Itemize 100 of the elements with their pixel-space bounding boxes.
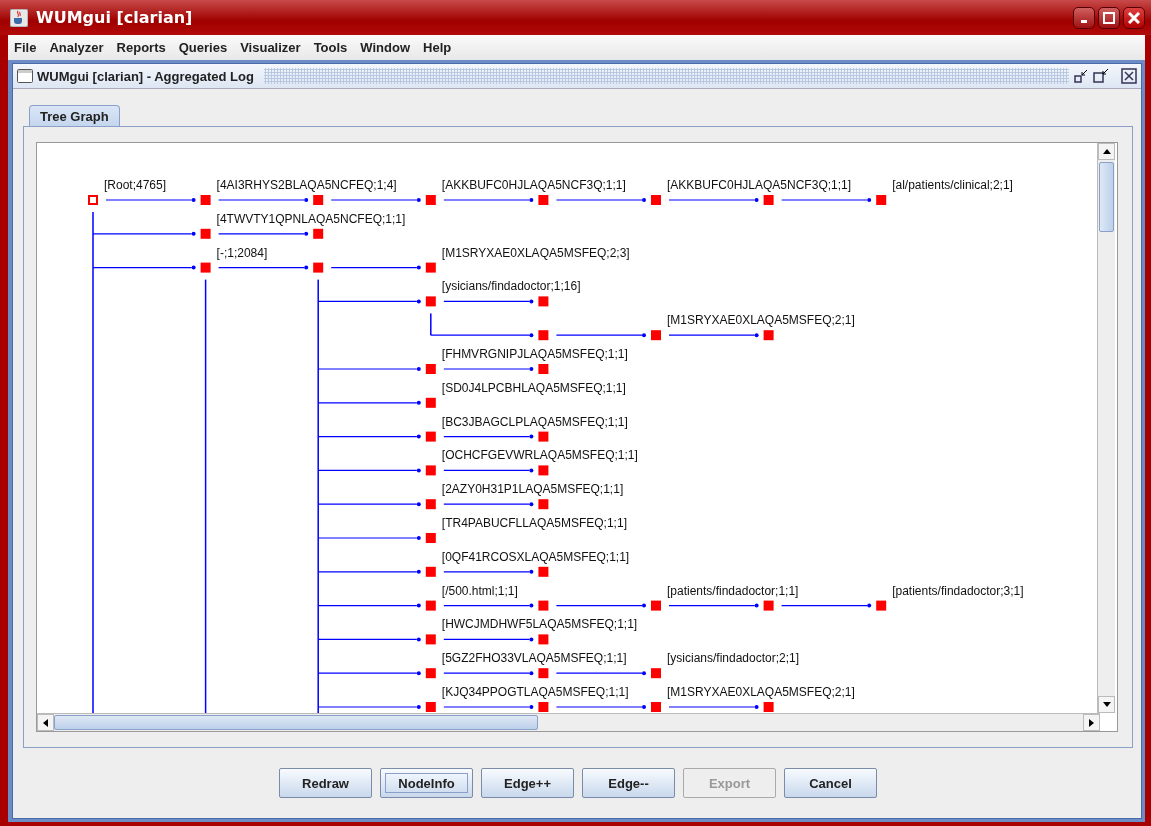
horizontal-scrollbar[interactable] [37,713,1100,731]
graph-node[interactable] [651,600,661,611]
dialog-button[interactable]: Cancel [784,768,877,798]
graph-node[interactable] [876,195,887,205]
node-label: [5GZ2FHO33VLAQA5MSFEQ;1;1] [441,651,627,666]
node-label: [SD0J4LPCBHLAQA5MSFEQ;1;1] [441,380,626,395]
node-label: [AKKBUFC0HJLAQA5NCF3Q;1;1] [441,178,626,192]
graph-node[interactable] [88,195,98,205]
graph-node[interactable] [763,195,774,205]
connector-line [430,313,432,336]
graph-node[interactable] [538,634,549,645]
node-label: [AKKBUFC0HJLAQA5NCF3Q;1;1] [667,178,852,192]
close-icon [1128,11,1140,24]
right-arrow-icon [1089,718,1094,727]
node-label: [2AZY0H31P1LAQA5MSFEQ;1;1] [441,482,624,497]
graph-node[interactable] [425,600,436,611]
menu-item[interactable]: Visualizer [240,40,301,55]
graph-node[interactable] [425,465,436,476]
node-label: [4AI3RHYS2BLAQA5NCFEQ;1;4] [216,178,397,192]
graph-node[interactable] [425,262,436,273]
graph-node[interactable] [538,364,549,374]
graph-node[interactable] [763,702,774,712]
graph-node[interactable] [200,262,211,273]
node-label: [KJQ34PPOGTLAQA5MSFEQ;1;1] [441,685,629,699]
graph-node[interactable] [425,702,436,712]
scrollbar-thumb[interactable] [1099,162,1114,232]
node-label: [-;1;2084] [216,245,268,260]
graph-node[interactable] [763,330,774,341]
graph-node[interactable] [425,634,436,645]
graph-node[interactable] [651,702,661,712]
graph-node[interactable] [538,195,549,205]
maximize-icon [1103,11,1115,24]
node-label: [Root;4765] [104,178,167,192]
graph-node[interactable] [425,668,436,679]
menu-item[interactable]: Help [423,40,452,55]
graph-node[interactable] [425,364,436,374]
dialog-button[interactable]: Edge++ [481,768,574,798]
frame-title: WUMgui [clarian] - Aggregated Log [37,68,254,84]
tab[interactable]: Tree Graph [29,105,120,126]
graph-node[interactable] [538,702,549,712]
minimize-icon [1081,20,1087,23]
graph-node[interactable] [538,566,549,577]
graph-node[interactable] [651,668,661,679]
graph-node[interactable] [425,296,436,307]
graph-node[interactable] [538,600,549,611]
node-label: [FHMVRGNIPJLAQA5MSFEQ;1;1] [441,347,628,361]
node-label: [TR4PABUCFLLAQA5MSFEQ;1;1] [441,516,627,530]
graph-node[interactable] [538,296,549,307]
graph-node[interactable] [425,566,436,577]
graph-node[interactable] [763,600,774,611]
node-label: [al/patients/clinical;2;1] [892,178,1013,192]
maximize-button[interactable] [1098,6,1120,29]
down-arrow-icon [1102,702,1111,707]
graph-node[interactable] [651,195,661,205]
graph-node[interactable] [425,195,436,205]
graph-node[interactable] [425,499,436,510]
menu-item[interactable]: Tools [313,40,348,55]
graph-node[interactable] [313,262,324,273]
graph-node[interactable] [538,668,549,679]
restore-icon[interactable] [1093,68,1109,84]
dialog-button[interactable]: NodeInfo [380,768,473,798]
node-label: [4TWVTY1QPNLAQA5NCFEQ;1;1] [216,211,406,226]
minimize-button[interactable] [1073,6,1095,29]
graph-node[interactable] [200,195,211,205]
graph-node[interactable] [313,228,324,239]
graph-node[interactable] [425,431,436,442]
graph-node[interactable] [425,397,436,408]
node-label: [ysicians/findadoctor;2;1] [667,651,800,666]
node-label: [ysicians/findadoctor;1;16] [441,279,581,294]
up-arrow-icon [1102,149,1111,154]
graph-node[interactable] [538,431,549,442]
graph-node[interactable] [876,600,887,611]
node-label: [0QF41RCOSXLAQA5MSFEQ;1;1] [441,549,630,564]
coffee-cup-icon [10,8,28,27]
close-icon[interactable] [1121,68,1137,84]
dialog-button[interactable]: Redraw [279,768,372,798]
graph-node[interactable] [538,499,549,510]
node-label: [M1SRYXAE0XLAQA5MSFEQ;2;1] [667,313,855,328]
dialog-button[interactable]: Edge-- [582,768,675,798]
graph-node[interactable] [200,228,211,239]
graph-node[interactable] [538,330,549,341]
node-label: [M1SRYXAE0XLAQA5MSFEQ;2;3] [441,245,630,260]
graph-node[interactable] [651,330,661,341]
menu-item[interactable]: Reports [116,40,166,55]
node-label: [OCHCFGEVWRLAQA5MSFEQ;1;1] [441,448,638,463]
iconify-icon[interactable] [1073,68,1089,84]
graph-node[interactable] [425,533,436,543]
node-label: [M1SRYXAE0XLAQA5MSFEQ;2;1] [667,685,855,699]
menu-item[interactable]: Queries [178,40,228,55]
close-button[interactable] [1123,6,1145,29]
left-arrow-icon [43,718,48,727]
menu-item[interactable]: Analyzer [49,40,104,55]
node-label: [HWCJMDHWF5LAQA5MSFEQ;1;1] [441,617,638,632]
vertical-scrollbar[interactable] [1097,143,1115,713]
menu-item[interactable]: Window [360,40,411,55]
menu-item[interactable]: File [14,40,37,55]
node-label: [/500.html;1;1] [441,583,518,598]
scrollbar-thumb[interactable] [54,715,538,730]
graph-node[interactable] [538,465,549,476]
graph-node[interactable] [313,195,324,205]
